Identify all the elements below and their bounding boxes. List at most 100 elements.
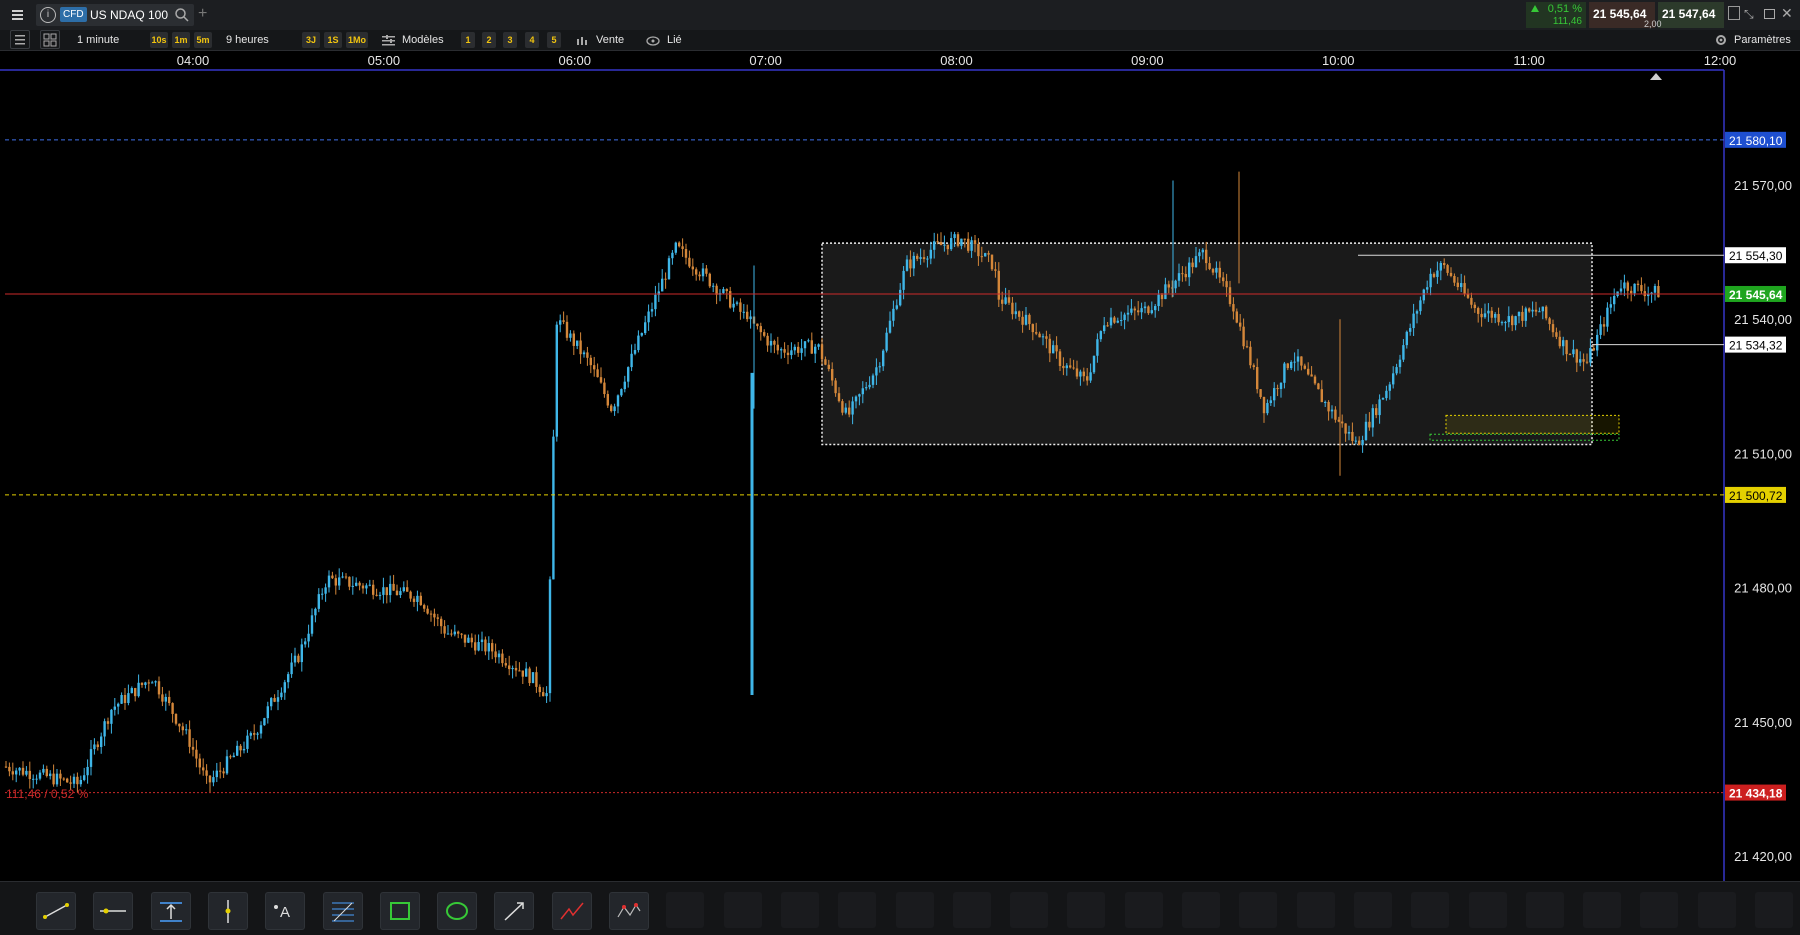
price-chart[interactable]: 04:00 05:00 06:00 07:00 08:00 09:00 10:00 11:00… [0, 51, 1800, 881]
candle-body [837, 393, 841, 402]
detach-icon[interactable] [1728, 6, 1740, 20]
candle-body [650, 309, 654, 312]
candle-body [283, 682, 286, 693]
template-slot-3[interactable]: 3 [503, 32, 517, 48]
linked-toggle[interactable]: Lié [667, 32, 682, 48]
yellow-zone-box[interactable] [1445, 414, 1620, 434]
candle-body [967, 238, 970, 251]
interval-1m[interactable]: 1m [172, 32, 190, 48]
candle-body [409, 591, 412, 599]
candle-body [875, 367, 878, 376]
price-label: 21 534,32 [1729, 339, 1783, 353]
empty-tool-slot[interactable] [1640, 892, 1679, 928]
candle-body [674, 242, 677, 253]
candle-body [708, 273, 711, 287]
range-1mo[interactable]: 1Mo [346, 32, 368, 48]
templates-icon[interactable] [382, 34, 396, 46]
candle-body [1579, 359, 1582, 363]
empty-tool-slot[interactable] [1411, 892, 1450, 928]
template-slot-4[interactable]: 4 [525, 32, 539, 48]
candle-body [742, 311, 745, 313]
horizontal-line-tool-button[interactable] [93, 892, 134, 930]
templates-menu[interactable]: Modèles [402, 32, 444, 48]
candle-body [351, 585, 354, 587]
candle-body [848, 407, 851, 415]
search-icon[interactable] [174, 7, 190, 23]
candle-body [1443, 263, 1446, 266]
y-tick-label: 21 480,00 [1734, 581, 1792, 596]
close-icon[interactable]: ✕ [1781, 6, 1793, 20]
range-1s[interactable]: 1S [324, 32, 342, 48]
fibonacci-tool-button[interactable] [322, 892, 363, 930]
minimize-icon[interactable]: ⤡ [1744, 8, 1754, 20]
empty-tool-slot[interactable] [1468, 892, 1507, 928]
channel-tool-button[interactable] [150, 892, 191, 930]
list-icon[interactable] [10, 30, 30, 49]
scroll-marker-icon[interactable] [1650, 73, 1662, 80]
trend-line-tool-button[interactable] [36, 892, 76, 930]
empty-tool-slot[interactable] [1296, 892, 1335, 928]
candle-body [1021, 316, 1024, 325]
empty-tool-slot[interactable] [1525, 892, 1564, 928]
candle-body [45, 768, 48, 777]
interval-10s[interactable]: 10s [150, 32, 168, 48]
empty-tool-slot[interactable] [1353, 892, 1392, 928]
empty-tool-slot[interactable] [895, 892, 934, 928]
template-slot-2[interactable]: 2 [482, 32, 496, 48]
range-box[interactable] [821, 242, 1593, 446]
empty-tool-slot[interactable] [1182, 892, 1220, 928]
arrow-tool-button[interactable] [494, 892, 535, 930]
candle-body [1147, 306, 1150, 314]
interval-5m[interactable]: 5m [194, 32, 212, 48]
interval-select[interactable]: 1 minute [77, 32, 119, 48]
candle-body [844, 407, 847, 413]
rectangle-tool-button[interactable] [379, 892, 420, 930]
range-select[interactable]: 9 heures [226, 32, 269, 48]
candle-body [1524, 308, 1527, 321]
empty-tool-slot[interactable] [1010, 892, 1049, 928]
empty-tool-slot[interactable] [1755, 892, 1793, 928]
candle-body [477, 642, 480, 651]
candle-body [555, 324, 558, 437]
empty-tool-slot[interactable] [1583, 892, 1622, 928]
restore-icon[interactable] [1764, 9, 1775, 19]
chart-canvas[interactable]: 04:00 05:00 06:00 07:00 08:00 09:00 10:00 11:00… [0, 51, 1800, 881]
candle-body [722, 289, 725, 294]
side-select[interactable]: Vente [596, 32, 624, 48]
ask-button[interactable]: 21 547,64 [1658, 2, 1724, 28]
candle-body [1412, 313, 1415, 329]
empty-tool-slot[interactable] [952, 892, 991, 928]
empty-tool-slot[interactable] [1697, 892, 1736, 928]
vertical-line-tool-button[interactable] [207, 892, 248, 930]
template-slot-1[interactable]: 1 [461, 32, 475, 48]
candle-body [1398, 359, 1402, 368]
side-icon[interactable] [576, 34, 590, 46]
menu-icon[interactable] [10, 8, 26, 22]
empty-tool-slot[interactable] [1239, 892, 1278, 928]
candle-body [1035, 332, 1038, 334]
empty-tool-slot[interactable] [780, 892, 819, 928]
settings-icon[interactable] [1714, 33, 1728, 47]
pattern-tool-button[interactable] [609, 892, 649, 930]
empty-tool-slot[interactable] [666, 892, 705, 928]
candle-body [79, 779, 82, 785]
candle-body [1436, 270, 1439, 277]
settings-button[interactable]: Paramètres [1734, 32, 1791, 48]
empty-tool-slot[interactable] [1067, 892, 1106, 928]
empty-tool-slot[interactable] [838, 892, 877, 928]
link-icon[interactable] [646, 34, 660, 46]
layout-grid-icon[interactable] [40, 30, 60, 49]
info-icon[interactable]: i [40, 7, 56, 23]
text-tool-button[interactable]: A [265, 892, 306, 930]
ellipse-tool-button[interactable] [437, 892, 478, 930]
path-tool-button[interactable] [551, 892, 592, 930]
candle-body [15, 770, 18, 775]
instrument-tab[interactable]: i CFD US NDAQ 100 [36, 4, 194, 26]
empty-tool-slot[interactable] [1124, 892, 1163, 928]
add-tab-icon[interactable]: + [198, 6, 207, 22]
range-3j[interactable]: 3J [302, 32, 320, 48]
candle-body [222, 771, 225, 774]
candle-body [1313, 376, 1317, 384]
template-slot-5[interactable]: 5 [547, 32, 561, 48]
empty-tool-slot[interactable] [723, 892, 762, 928]
